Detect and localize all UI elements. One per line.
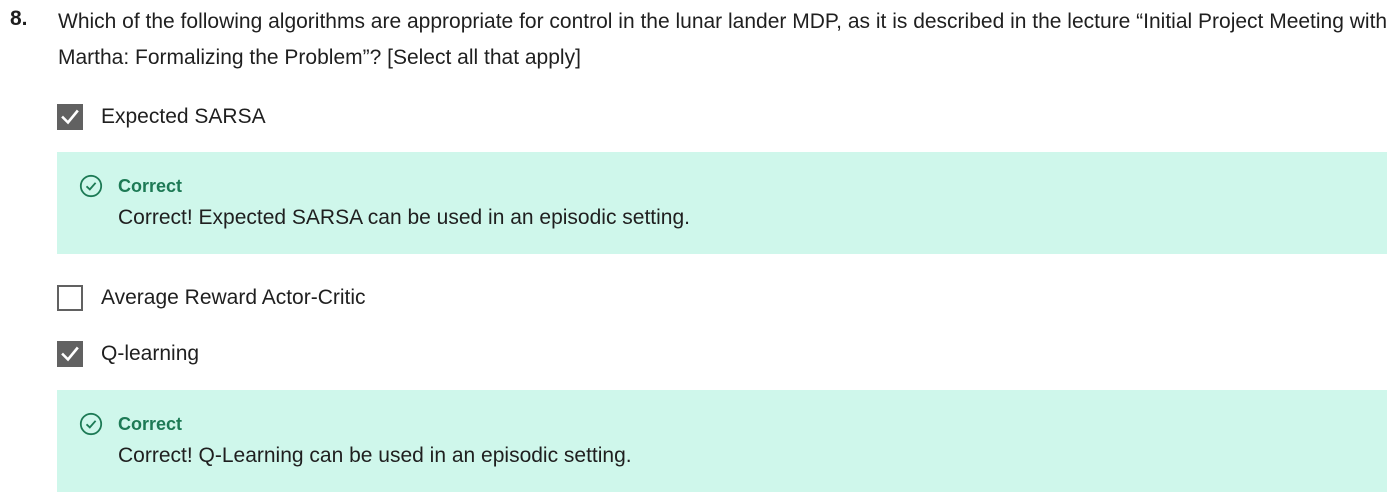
option-average-reward-actor-critic[interactable]: Average Reward Actor-Critic [57, 284, 366, 312]
feedback-title: Correct [118, 176, 183, 196]
check-circle-icon [79, 174, 103, 198]
check-circle-icon [79, 412, 103, 436]
option-label: Q-learning [101, 342, 200, 365]
checkbox-unchecked-icon[interactable] [57, 285, 83, 311]
question-text: Which of the following algorithms are ap… [58, 10, 1388, 69]
checkbox-checked-icon[interactable] [57, 341, 83, 367]
feedback-text: Correct! Q-Learning can be used in an ep… [118, 444, 632, 467]
checkbox-checked-icon[interactable] [57, 104, 83, 130]
option-q-learning[interactable]: Q-learning [57, 340, 199, 368]
option-label: Average Reward Actor-Critic [101, 286, 366, 309]
question-number: 8. [10, 7, 28, 30]
option-expected-sarsa[interactable]: Expected SARSA [57, 103, 266, 131]
feedback-panel-correct: Correct Correct! Expected SARSA can be u… [57, 152, 1387, 254]
feedback-panel-correct: Correct Correct! Q-Learning can be used … [57, 390, 1387, 492]
feedback-text: Correct! Expected SARSA can be used in a… [118, 206, 690, 229]
option-label: Expected SARSA [101, 105, 266, 128]
feedback-title: Correct [118, 414, 183, 434]
